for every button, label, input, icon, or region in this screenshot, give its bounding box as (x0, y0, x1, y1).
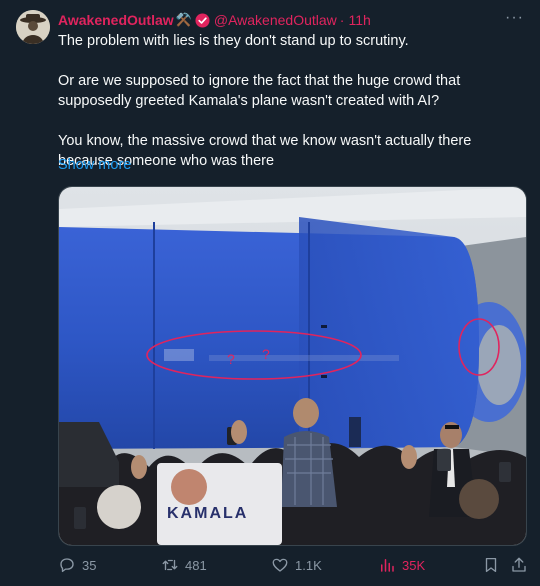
tweet-actions-bar: 35 481 1.1K 35K (58, 552, 528, 580)
annotation-question-mark: ? (262, 346, 270, 362)
timestamp[interactable]: 11h (348, 12, 370, 28)
author-name[interactable]: AwakenedOutlaw (58, 12, 174, 28)
tweet[interactable]: AwakenedOutlaw ⚒️ @AwakenedOutlaw · 11h … (0, 0, 540, 586)
tweet-paragraph: The problem with lies is they don't stan… (58, 33, 409, 49)
views-chart-icon (381, 559, 394, 572)
tweet-text: The problem with lies is they don't stan… (58, 31, 528, 171)
share-icon (512, 557, 526, 572)
show-more-link[interactable]: Show more (58, 157, 131, 173)
hammer-pick-emoji: ⚒️ (175, 12, 192, 27)
retweet-count: 481 (185, 557, 207, 573)
heart-icon (272, 558, 288, 572)
tweet-media-image[interactable]: ? ? KAMALA (58, 186, 527, 546)
kamala-sign-text: KAMALA (167, 505, 248, 522)
bookmark-button[interactable] (482, 556, 506, 574)
bookmark-icon (485, 557, 497, 573)
share-button[interactable] (510, 556, 534, 574)
tweet-paragraph: Or are we supposed to ignore the fact th… (58, 73, 461, 109)
like-count: 1.1K (295, 557, 322, 573)
annotation-question-mark: ? (227, 351, 235, 367)
retweet-icon (162, 559, 178, 571)
tweet-header: AwakenedOutlaw ⚒️ @AwakenedOutlaw · 11h … (58, 9, 524, 29)
views-count: 35K (402, 557, 426, 573)
separator-dot: · (339, 12, 345, 28)
author-handle[interactable]: @AwakenedOutlaw (214, 12, 337, 28)
views-button[interactable]: 35K (378, 556, 425, 574)
reply-count: 35 (82, 557, 97, 573)
retweet-button[interactable]: 481 (161, 556, 207, 574)
reply-icon (60, 558, 74, 573)
reply-button[interactable]: 35 (58, 556, 96, 574)
more-options-icon[interactable]: ··· (505, 9, 524, 27)
author-avatar[interactable] (16, 10, 50, 44)
verified-badge-icon (195, 12, 210, 28)
like-button[interactable]: 1.1K (271, 556, 322, 574)
